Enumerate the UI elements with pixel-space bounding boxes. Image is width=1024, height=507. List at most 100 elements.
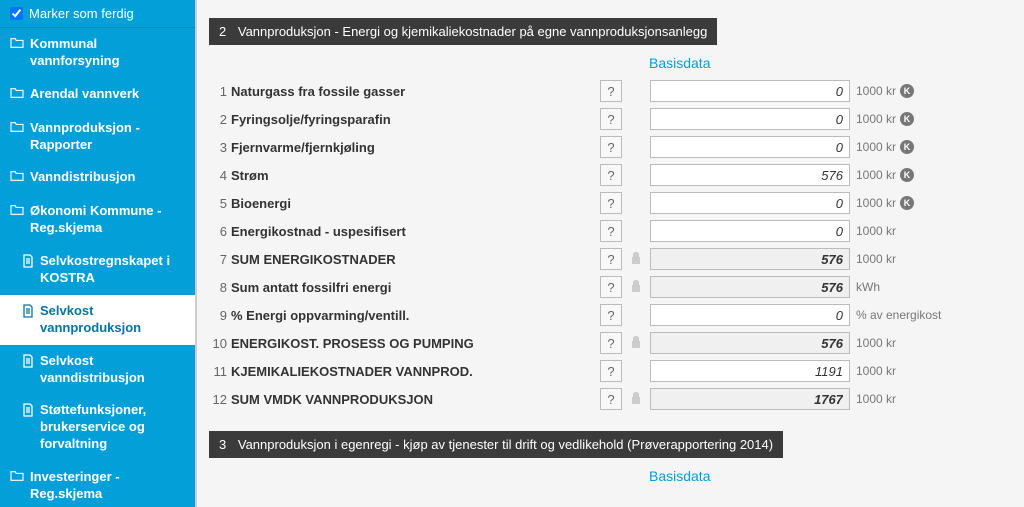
sidebar-item-4[interactable]: Økonomi Kommune - Reg.skjema: [0, 195, 195, 245]
field-row-7: 7SUM ENERGIKOSTNADER?1000 kr: [209, 245, 1012, 273]
field-name: SUM VMDK VANNPRODUKSJON: [231, 392, 433, 407]
field-label: 6 Energikostnad - uspesifisert: [209, 224, 594, 239]
field-num: 4: [209, 168, 227, 183]
field-num: 2: [209, 112, 227, 127]
field-name: Strøm: [231, 168, 269, 183]
k-badge-icon: K: [900, 140, 914, 154]
section3-title: Vannproduksjon i egenregi - kjøp av tjen…: [238, 437, 773, 452]
field-unit: 1000 kr K: [856, 168, 956, 182]
field-row-8: 8Sum antatt fossilfri energi?kWh: [209, 273, 1012, 301]
sidebar-item-label: Vannproduksjon - Rapporter: [30, 120, 185, 154]
field-num: 11: [209, 364, 227, 379]
field-input-5[interactable]: [650, 192, 850, 214]
k-badge-icon: K: [900, 168, 914, 182]
document-icon: [22, 254, 34, 273]
field-unit: 1000 kr K: [856, 112, 956, 126]
sidebar-item-6[interactable]: Selvkost vannproduksjon: [0, 295, 195, 345]
field-input-4[interactable]: [650, 164, 850, 186]
field-label: 3 Fjernvarme/fjernkjøling: [209, 140, 594, 155]
document-icon: [22, 304, 34, 323]
help-button[interactable]: ?: [600, 108, 622, 130]
field-unit: 1000 kr: [856, 336, 956, 350]
field-name: Fjernvarme/fjernkjøling: [231, 140, 375, 155]
field-input-1[interactable]: [650, 80, 850, 102]
field-num: 3: [209, 140, 227, 155]
section2-col-header: Basisdata: [209, 45, 1012, 77]
folder-icon: [10, 121, 24, 138]
field-unit: 1000 kr K: [856, 84, 956, 98]
help-button[interactable]: ?: [600, 220, 622, 242]
field-name: % Energi oppvarming/ventill.: [231, 308, 409, 323]
help-button[interactable]: ?: [600, 192, 622, 214]
field-input-2[interactable]: [650, 108, 850, 130]
field-label: 4 Strøm: [209, 168, 594, 183]
field-input-7: [650, 248, 850, 270]
field-label: 5Bioenergi: [209, 196, 594, 211]
sidebar-item-7[interactable]: Selvkost vanndistribusjon: [0, 345, 195, 395]
sidebar-item-2[interactable]: Vannproduksjon - Rapporter: [0, 112, 195, 162]
field-unit: % av energikost: [856, 308, 956, 322]
field-name: Bioenergi: [231, 196, 291, 211]
field-name: Sum antatt fossilfri energi: [231, 280, 391, 295]
field-label: 12 SUM VMDK VANNPRODUKSJON: [209, 392, 594, 407]
section3-num: 3: [219, 437, 226, 452]
help-button[interactable]: ?: [600, 80, 622, 102]
field-row-12: 12 SUM VMDK VANNPRODUKSJON? 1000 kr: [209, 385, 1012, 413]
field-num: 12: [209, 392, 227, 407]
section2-num: 2: [219, 24, 226, 39]
help-button[interactable]: ?: [600, 360, 622, 382]
k-badge-icon: K: [900, 196, 914, 210]
field-row-6: 6Energikostnad - uspesifisert?1000 kr: [209, 217, 1012, 245]
field-name: ENERGIKOST. PROSESS OG PUMPING: [231, 336, 474, 351]
lock-icon: [628, 335, 644, 352]
mark-done-checkbox[interactable]: [10, 7, 23, 20]
field-name: KJEMIKALIEKOSTNADER VANNPROD.: [231, 364, 473, 379]
field-row-3: 3Fjernvarme/fjernkjøling?1000 kr K: [209, 133, 1012, 161]
sidebar-item-8[interactable]: Støttefunksjoner, brukerservice og forva…: [0, 394, 195, 461]
sidebar-item-label: Arendal vannverk: [30, 86, 139, 103]
sidebar-item-5[interactable]: Selvkostregnskapet i KOSTRA: [0, 245, 195, 295]
field-name: Naturgass fra fossile gasser: [231, 84, 405, 99]
field-input-11[interactable]: [650, 360, 850, 382]
sidebar-item-label: Selvkost vannproduksjon: [40, 303, 185, 337]
field-input-12: [650, 388, 850, 410]
help-button[interactable]: ?: [600, 164, 622, 186]
sidebar-item-0[interactable]: Kommunal vannforsyning: [0, 28, 195, 78]
field-row-4: 4 Strøm? 1000 kr K: [209, 161, 1012, 189]
field-num: 10: [209, 336, 227, 351]
help-button[interactable]: ?: [600, 332, 622, 354]
folder-icon: [10, 204, 24, 221]
field-label: 1Naturgass fra fossile gasser: [209, 84, 594, 99]
sidebar-item-label: Kommunal vannforsyning: [30, 36, 185, 70]
section2-title: Vannproduksjon - Energi og kjemikaliekos…: [238, 24, 708, 39]
sidebar-item-3[interactable]: Vanndistribusjon: [0, 161, 195, 195]
field-input-9[interactable]: [650, 304, 850, 326]
lock-icon: [628, 279, 644, 296]
sidebar-item-1[interactable]: Arendal vannverk: [0, 78, 195, 112]
field-unit: 1000 kr: [856, 392, 956, 406]
field-input-3[interactable]: [650, 136, 850, 158]
k-badge-icon: K: [900, 112, 914, 126]
help-button[interactable]: ?: [600, 276, 622, 298]
field-name: Fyringsolje/fyringsparafin: [231, 112, 391, 127]
lock-icon: [628, 251, 644, 268]
help-button[interactable]: ?: [600, 136, 622, 158]
field-input-6[interactable]: [650, 220, 850, 242]
folder-icon: [10, 470, 24, 487]
help-button[interactable]: ?: [600, 304, 622, 326]
field-label: 10 ENERGIKOST. PROSESS OG PUMPING: [209, 336, 594, 351]
field-row-1: 1Naturgass fra fossile gasser? 1000 kr K: [209, 77, 1012, 105]
field-num: 6: [209, 224, 227, 239]
field-num: 7: [209, 252, 227, 267]
section3-col-header: Basisdata: [209, 458, 1012, 490]
help-button[interactable]: ?: [600, 248, 622, 270]
field-row-11: 11KJEMIKALIEKOSTNADER VANNPROD.?1000 kr: [209, 357, 1012, 385]
sidebar-item-label: Investeringer - Reg.skjema: [30, 469, 185, 503]
sidebar-done-row: Marker som ferdig: [0, 0, 195, 28]
field-unit: 1000 kr: [856, 252, 956, 266]
sidebar-item-label: Vanndistribusjon: [30, 169, 135, 186]
help-button[interactable]: ?: [600, 388, 622, 410]
sidebar-item-9[interactable]: Investeringer - Reg.skjema: [0, 461, 195, 507]
field-name: Energikostnad - uspesifisert: [231, 224, 406, 239]
field-row-5: 5Bioenergi?1000 kr K: [209, 189, 1012, 217]
